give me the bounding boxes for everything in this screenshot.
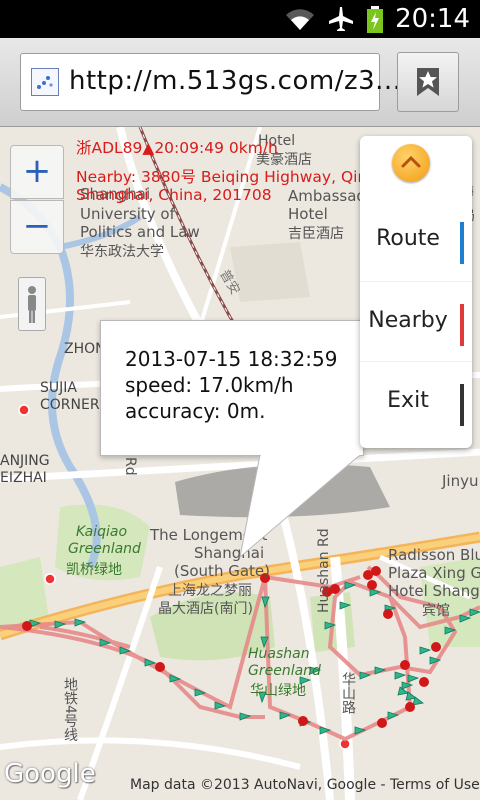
battery-charging-icon	[367, 6, 383, 33]
pegman-icon	[28, 286, 36, 323]
route-color-bar	[460, 222, 464, 264]
map-label: CORNER	[40, 397, 100, 413]
browser-toolbar: http://m.513gs.com/z3...	[0, 38, 480, 127]
wifi-icon	[286, 9, 314, 31]
map-label: Hotel Shangh	[388, 582, 480, 600]
map-label: 华东政法大学	[80, 244, 164, 260]
map-label: Radisson Blu	[388, 546, 480, 564]
popup-pointer	[239, 455, 361, 559]
map-label: Huashan	[248, 646, 310, 662]
side-menu: Route Nearby Exit	[360, 136, 472, 448]
map-label: EIZHAI	[0, 470, 47, 486]
chevron-up-icon	[401, 155, 421, 168]
popup-accuracy: accuracy: 0m.	[125, 399, 266, 423]
status-bar: 20:14	[0, 0, 480, 38]
map-label: 地铁4号线	[62, 677, 78, 742]
bookmark-button[interactable]	[397, 52, 459, 112]
map-label: Greenland	[68, 541, 141, 557]
map-label: 吉臣酒店	[288, 226, 344, 242]
map-label: 宾馆	[422, 603, 450, 619]
page-favicon-icon	[31, 68, 59, 96]
popup-speed: speed: 17.0km/h	[125, 373, 294, 397]
google-logo: Google	[4, 759, 96, 789]
popup-datetime: 2013-07-15 18:32:59	[125, 347, 338, 371]
nearby-color-bar	[460, 304, 464, 346]
map-label: 华山路	[340, 672, 356, 714]
url-text: http://m.513gs.com/z3...	[69, 66, 402, 96]
map-view[interactable]: Hotel 美豪酒店 Ambassador Hotel 吉臣酒店 Shangha…	[0, 127, 480, 800]
vehicle-address-line: Shanghai, China, 201708	[76, 186, 272, 204]
location-popup[interactable]: 2013-07-15 18:32:59 speed: 17.0km/h accu…	[100, 320, 364, 456]
minus-icon: −	[22, 206, 52, 246]
exit-color-bar	[460, 384, 464, 426]
zoom-out-button[interactable]: −	[10, 200, 64, 254]
status-time: 20:14	[395, 4, 470, 34]
map-label: Plaza Xing G	[388, 564, 480, 582]
map-label: Greenland	[248, 663, 321, 679]
plus-icon: +	[22, 151, 52, 191]
map-label: Hotel	[288, 205, 328, 223]
map-label: ANJING	[0, 453, 50, 469]
nearby-menu-item[interactable]: Nearby	[360, 281, 472, 362]
zoom-in-button[interactable]: +	[10, 145, 64, 199]
map-label: Rd	[122, 457, 138, 476]
exit-menu-item[interactable]: Exit	[360, 361, 472, 442]
vehicle-info-line: 浙ADL89▲20:09:49 0km/h	[76, 139, 278, 157]
map-label: 上海龙之梦丽	[168, 583, 252, 599]
map-label: 华山绿地	[250, 683, 306, 699]
map-label: 凯桥绿地	[66, 562, 122, 578]
map-label: Politics and Law	[80, 223, 200, 241]
collapse-menu-button[interactable]	[392, 144, 430, 182]
map-label: 晶大酒店(南门)	[158, 601, 253, 617]
map-label: Jinyu	[442, 472, 479, 490]
map-label: Kaiqiao	[76, 524, 128, 540]
route-menu-item[interactable]: Route	[360, 200, 472, 280]
airplane-icon	[329, 7, 353, 31]
map-attribution[interactable]: Map data ©2013 AutoNavi, Google - Terms …	[130, 777, 480, 793]
url-field[interactable]: http://m.513gs.com/z3...	[20, 53, 401, 111]
bookmark-icon	[417, 68, 439, 96]
pegman-button[interactable]	[18, 277, 46, 331]
vehicle-address-line: Nearby: 3880号 Beiqing Highway, Qingp	[76, 168, 387, 186]
map-label: SUJIA	[40, 380, 77, 396]
map-label: University of	[80, 205, 175, 223]
